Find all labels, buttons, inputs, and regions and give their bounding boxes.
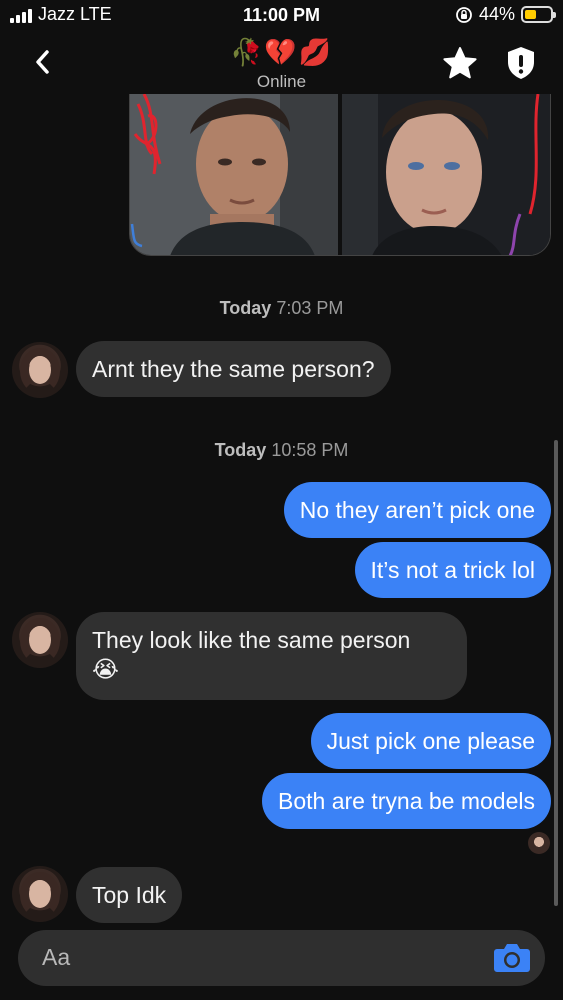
orientation-lock-icon [456,6,472,23]
outgoing-message[interactable]: Both are tryna be models [262,773,551,829]
seen-indicator-avatar [528,832,550,854]
battery-percent: 44% [478,4,515,24]
timestamp-time: 7:03 PM [276,298,344,318]
message-line: They look like the same person [92,627,411,653]
battery-icon [521,6,556,23]
outgoing-message[interactable]: It’s not a trick lol [354,542,551,598]
avatar[interactable] [12,612,68,668]
incoming-message[interactable]: They look like the same person 😭 [76,612,467,700]
status-bar: Jazz LTE 11:00 PM 44% [0,0,563,32]
chat-screen: Jazz LTE 11:00 PM 44% 🥀💔💋 Online Today 7… [0,0,563,1000]
scrollbar[interactable] [554,440,558,906]
timestamp: Today 10:58 PM [0,440,563,461]
camera-button[interactable] [493,940,531,974]
outgoing-message[interactable]: Just pick one please [310,713,551,769]
photo-left-art [130,94,338,255]
incoming-message[interactable]: Arnt they the same person? [76,341,391,397]
timestamp-day: Today [219,298,272,318]
shield-icon [508,47,534,79]
avatar[interactable] [12,342,68,398]
photo-right [342,94,550,255]
timestamp: Today 7:03 PM [0,298,563,319]
status-right: 44% [455,4,556,25]
message-input[interactable]: Aa [42,944,70,971]
star-icon [443,47,477,79]
safety-button[interactable] [503,44,539,82]
photo-left [130,94,338,255]
favorite-button[interactable] [441,44,479,82]
photo-message[interactable] [129,94,551,256]
outgoing-message[interactable]: No they aren’t pick one [283,482,551,538]
message-emoji: 😭 [92,657,119,683]
incoming-message[interactable]: Top Idk [76,867,183,923]
chat-header: 🥀💔💋 Online [0,32,563,94]
timestamp-time: 10:58 PM [271,440,349,460]
message-composer[interactable]: Aa [18,930,545,986]
avatar[interactable] [12,866,68,922]
timestamp-day: Today [214,440,267,460]
photo-right-art [342,94,550,255]
camera-icon [494,944,530,972]
